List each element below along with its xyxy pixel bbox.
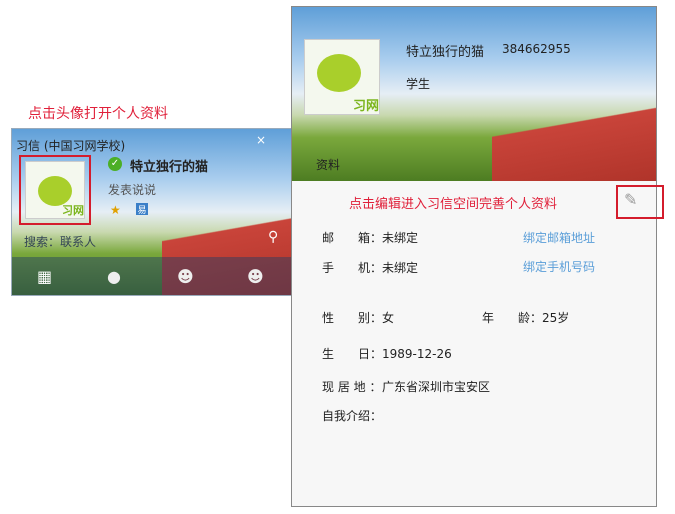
birthday-label: 生 日： <box>322 347 383 361</box>
bind-phone-link[interactable]: 绑定手机号码 <box>523 258 595 275</box>
chat-icon[interactable]: ● <box>107 267 121 286</box>
user-name: 特立独行的猫 <box>130 160 209 175</box>
intro-label: 自我介绍： <box>322 409 383 423</box>
search-icon[interactable]: ⚲ <box>268 229 278 245</box>
annotation-open-profile: 点击头像打开个人资料 <box>28 106 168 122</box>
residence-label: 现 居 地 ： <box>322 380 382 394</box>
email-label: 邮 箱： <box>322 231 383 245</box>
email-value: 未绑定 <box>382 231 419 245</box>
status-input[interactable]: 发表说说 <box>108 181 156 198</box>
star-icon[interactable]: ★ <box>110 203 121 217</box>
gender-value: 女 <box>382 311 395 325</box>
online-status-icon[interactable]: ✓ <box>108 157 122 171</box>
avatar[interactable]: 习网 <box>25 161 85 219</box>
profile-header: 习网 特立独行的猫 384662955 学生 资料 <box>292 7 656 181</box>
mini-panel: 习信 (中国习网学校) × 习网 ✓ 特立独行的猫 发表说说 ★ 易 搜索：联系… <box>11 128 292 296</box>
apps-grid-icon[interactable]: ▦ <box>37 267 52 286</box>
search-input[interactable]: 搜索：联系人 <box>24 233 96 250</box>
avatar-highlight: 习网 <box>19 155 91 225</box>
profile-window: 习网 特立独行的猫 384662955 学生 资料 点击编辑进入习信空间完善个人… <box>291 6 664 507</box>
close-icon[interactable]: × <box>256 133 266 147</box>
profile-id: 384662955 <box>502 42 571 56</box>
contact-icon[interactable]: ☻ <box>177 267 194 286</box>
group-icon[interactable]: ☻ <box>247 267 264 286</box>
profile-name: 特立独行的猫 <box>406 45 485 60</box>
app-badge[interactable]: 易 <box>136 203 148 216</box>
bind-email-link[interactable]: 绑定邮箱地址 <box>523 229 595 246</box>
phone-label: 手 机： <box>322 261 383 275</box>
age-value: 25岁 <box>542 311 570 325</box>
phone-value: 未绑定 <box>382 261 419 275</box>
age-label: 年 龄： <box>482 311 543 325</box>
edit-icon[interactable]: ✎ <box>624 190 637 209</box>
residence-value: 广东省深圳市宝安区 <box>382 380 491 394</box>
annotation-edit: 点击编辑进入习信空间完善个人资料 <box>349 197 558 212</box>
profile-role: 学生 <box>406 77 431 91</box>
gender-label: 性 别： <box>322 311 383 325</box>
bottom-toolbar: ▦ ● ☻ ☻ <box>12 257 291 295</box>
tab-profile[interactable]: 资料 <box>316 156 340 173</box>
birthday-value: 1989-12-26 <box>382 347 452 361</box>
profile-avatar[interactable]: 习网 <box>304 39 380 115</box>
window-title: 习信 (中国习网学校) <box>16 139 126 153</box>
